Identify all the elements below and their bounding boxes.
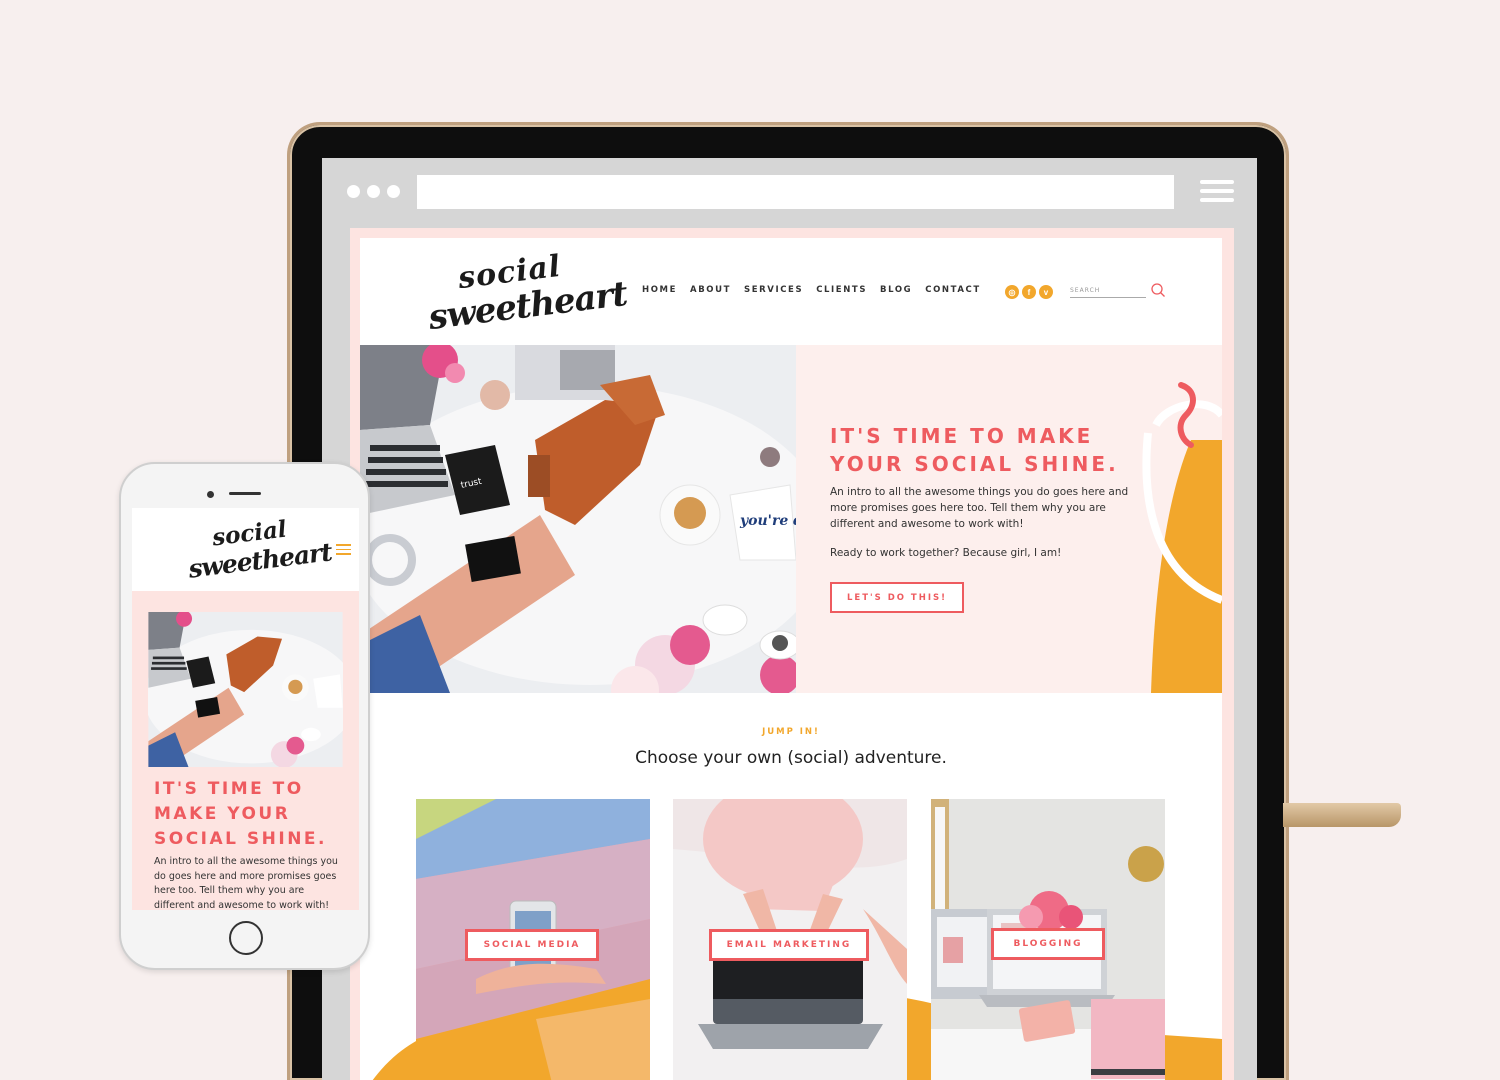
hero-body: An intro to all the awesome things you d… [830,484,1140,561]
nav-blog[interactable]: BLOG [880,285,912,295]
card-email-marketing[interactable]: EMAIL MARKETING [673,799,907,1080]
hero-section: trust you're dope. [360,345,1222,693]
mobile-hero-photo [148,612,343,767]
search-icon[interactable] [1150,282,1166,298]
vimeo-icon[interactable]: v [1039,285,1053,299]
jump-in-label: JUMP IN! [762,727,820,737]
browser-menu-icon[interactable] [1200,180,1234,207]
card-blogging[interactable]: BLOGGING [931,799,1165,1080]
hero-title: IT'S TIME TO MAKE YOUR SOCIAL SHINE. [830,422,1130,478]
home-button[interactable] [229,921,263,955]
search-input[interactable] [1070,284,1146,298]
mobile-title-line-1: IT'S TIME TO [154,779,304,799]
address-bar[interactable] [417,175,1174,209]
site-logo[interactable]: social sweetheart [426,249,629,338]
nav-about[interactable]: ABOUT [690,285,731,295]
speaker-grille [229,492,261,495]
browser-toolbar [322,158,1257,228]
mobile-hero-title: IT'S TIME TO MAKE YOUR SOCIAL SHINE. [154,777,344,852]
hero-title-line-1: IT'S TIME TO MAKE [830,424,1094,448]
service-cards: SOCIAL MEDIA EMAIL MARKETING BLOGGING [372,799,1222,1080]
camera-icon [207,491,214,498]
main-nav: HOME ABOUT SERVICES CLIENTS BLOG CONTACT [642,285,981,295]
website-frame: social sweetheart HOME ABOUT SERVICES CL… [350,228,1234,1080]
card-note-text: you're dope. [739,513,796,529]
card-social-media[interactable]: SOCIAL MEDIA [416,799,650,1080]
instagram-icon[interactable]: ◎ [1005,285,1019,299]
facebook-icon[interactable]: f [1022,285,1036,299]
hero-cta-text: Ready to work together? Because girl, I … [830,547,1062,559]
blogging-button[interactable]: BLOGGING [991,928,1105,960]
section-heading: Choose your own (social) adventure. [635,748,947,768]
laptop-screen: social sweetheart HOME ABOUT SERVICES CL… [322,158,1257,1080]
social-media-button[interactable]: SOCIAL MEDIA [465,929,599,961]
hamburger-menu-icon[interactable] [336,544,351,558]
mobile-title-line-3: SOCIAL SHINE. [154,829,327,849]
hero-title-line-2: YOUR SOCIAL SHINE. [830,452,1119,476]
social-links: ◎ f v [1005,285,1053,299]
mobile-header: social sweetheart [132,508,359,591]
website-page: social sweetheart HOME ABOUT SERVICES CL… [360,238,1222,1080]
nav-contact[interactable]: CONTACT [925,285,981,295]
site-header: social sweetheart HOME ABOUT SERVICES CL… [360,238,1222,345]
phone-screen: social sweetheart IT'S TIME TO MAKE YOUR… [132,508,359,910]
email-marketing-button[interactable]: EMAIL MARKETING [709,929,869,961]
nav-clients[interactable]: CLIENTS [816,285,867,295]
mobile-hero-body: An intro to all the awesome things you d… [154,856,338,910]
hero-copy: IT'S TIME TO MAKE YOUR SOCIAL SHINE. An … [796,345,1222,693]
lets-do-this-button[interactable]: LET'S DO THIS! [830,582,964,613]
nav-home[interactable]: HOME [642,285,677,295]
nav-services[interactable]: SERVICES [744,285,803,295]
search-box [1070,282,1166,300]
laptop-base [1283,803,1401,827]
mobile-logo[interactable]: social sweetheart [187,516,333,584]
phone-device: social sweetheart IT'S TIME TO MAKE YOUR… [119,462,370,970]
mobile-title-line-2: MAKE YOUR [154,804,291,824]
hero-photo: trust you're dope. [360,345,796,693]
window-dots-icon [347,185,400,198]
hero-intro-text: An intro to all the awesome things you d… [830,486,1129,530]
logo-line-2: sweetheart [426,273,630,339]
